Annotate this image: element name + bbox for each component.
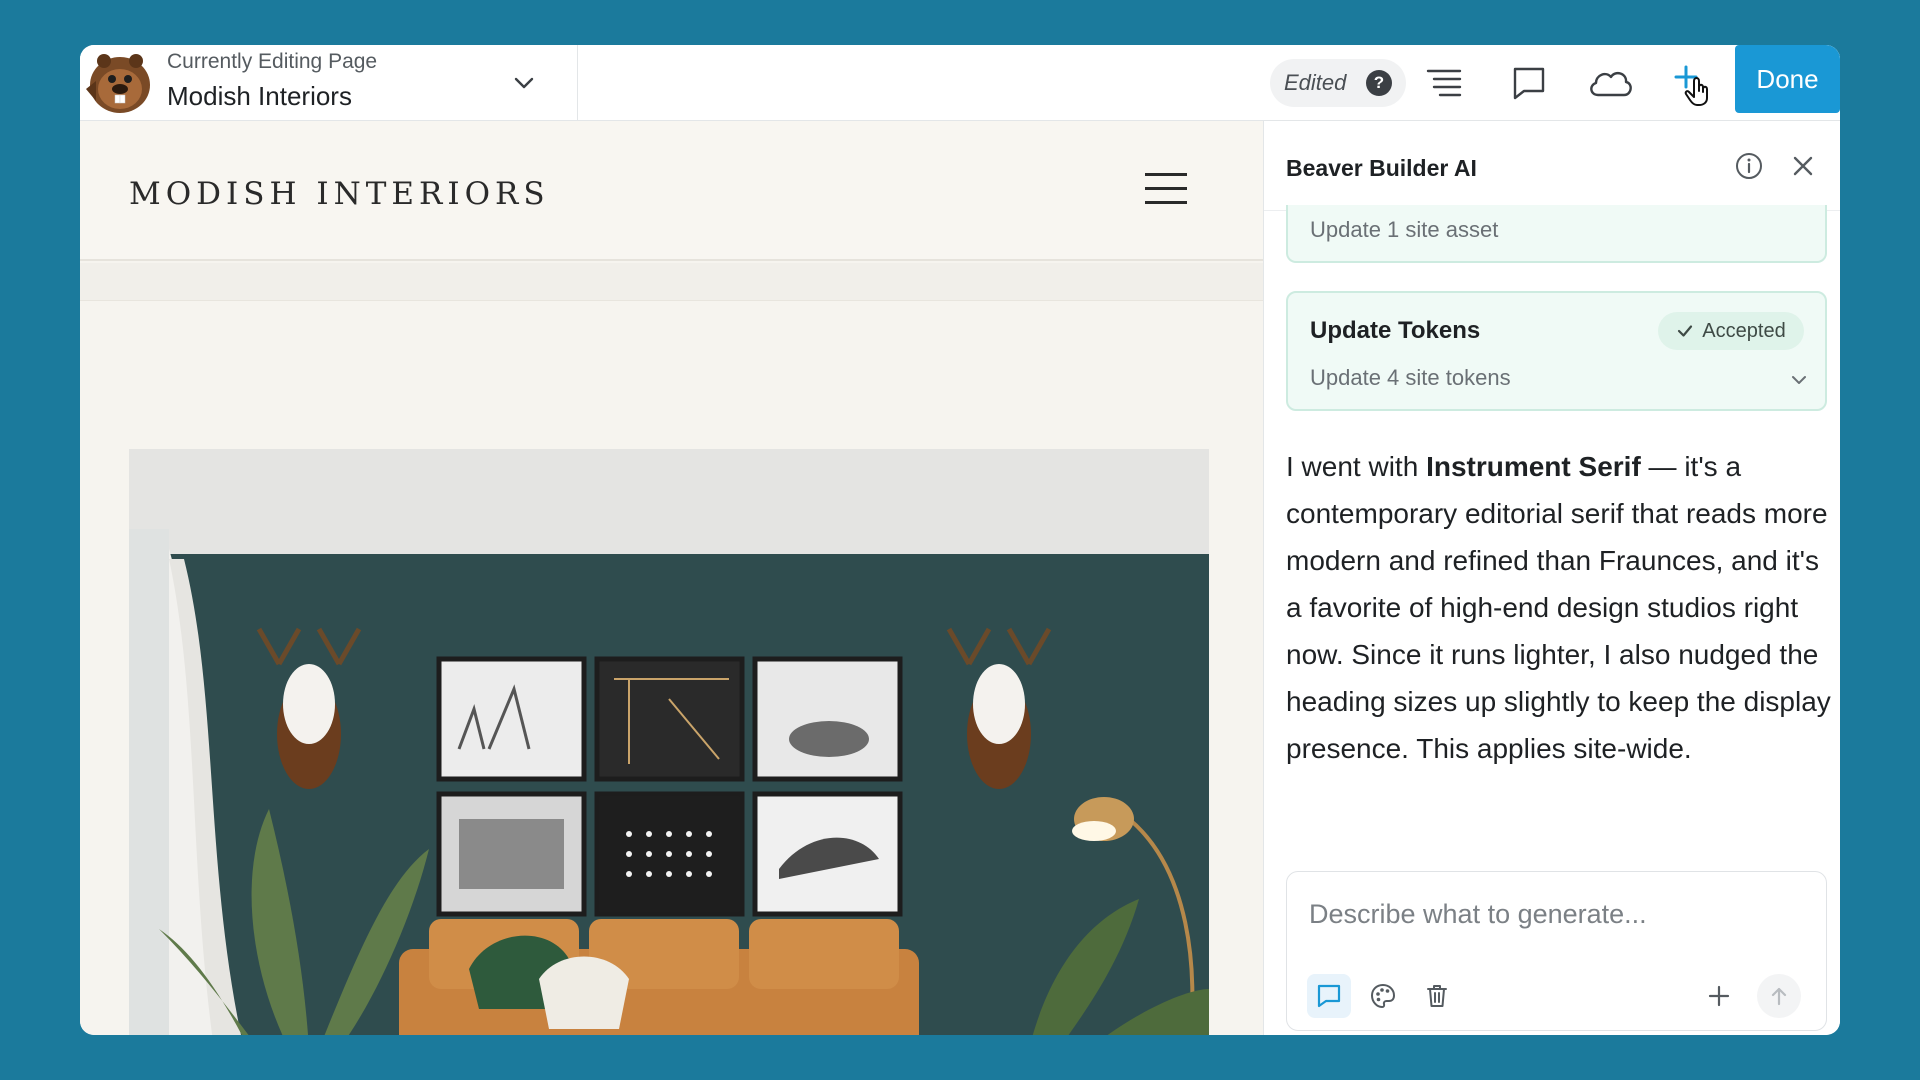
- beaver-logo-icon: [86, 54, 150, 113]
- message-text: — it's a contemporary editorial serif th…: [1286, 451, 1831, 764]
- update-tokens-title: Update Tokens: [1310, 317, 1481, 344]
- site-header: MODISH INTERIORS: [80, 121, 1263, 261]
- editing-caption: Currently Editing Page: [167, 50, 378, 73]
- message-text: I went with: [1286, 451, 1427, 482]
- update-tokens-subtitle: Update 4 site tokens: [1310, 365, 1511, 390]
- hamburger-menu-icon[interactable]: [1145, 173, 1187, 205]
- page-preview[interactable]: MODISH INTERIORS: [80, 121, 1263, 1035]
- comment-icon[interactable]: [1510, 65, 1548, 101]
- style-mode-button[interactable]: [1361, 974, 1405, 1018]
- add-icon[interactable]: [1670, 61, 1716, 107]
- top-bar: Currently Editing Page Modish Interiors …: [80, 45, 1840, 121]
- outline-icon[interactable]: [1425, 65, 1463, 101]
- chat-mode-button[interactable]: [1307, 974, 1351, 1018]
- prompt-input[interactable]: [1309, 892, 1809, 936]
- ai-panel-title: Beaver Builder AI: [1286, 155, 1477, 181]
- done-button[interactable]: Done: [1735, 45, 1840, 113]
- chevron-down-icon[interactable]: [1788, 369, 1810, 391]
- chevron-down-icon[interactable]: [510, 69, 538, 97]
- ai-response-message: I went with Instrument Serif — it's a co…: [1286, 443, 1831, 772]
- accepted-label: Accepted: [1702, 319, 1786, 342]
- ai-assistant-panel: Beaver Builder AI Update 1 site asset Up…: [1263, 121, 1840, 1035]
- site-asset-card: Update 1 site asset: [1286, 205, 1827, 263]
- ai-panel-header: Beaver Builder AI: [1264, 121, 1840, 211]
- attach-button[interactable]: [1697, 974, 1741, 1018]
- help-icon[interactable]: ?: [1366, 70, 1392, 96]
- send-button[interactable]: [1757, 974, 1801, 1018]
- delete-button[interactable]: [1415, 974, 1459, 1018]
- plus-icon: [1708, 985, 1730, 1007]
- message-highlight: Instrument Serif: [1426, 451, 1641, 482]
- palette-icon: [1370, 983, 1396, 1009]
- arrow-up-icon: [1771, 987, 1787, 1006]
- site-asset-text: Update 1 site asset: [1310, 217, 1499, 242]
- check-icon: [1678, 325, 1693, 337]
- hero-band: [80, 263, 1263, 301]
- prompt-composer: [1286, 871, 1827, 1031]
- close-icon[interactable]: [1789, 152, 1817, 180]
- update-tokens-card[interactable]: Update Tokens Accepted Update 4 site tok…: [1286, 291, 1827, 411]
- cloud-icon[interactable]: [1586, 65, 1634, 101]
- site-title[interactable]: MODISH INTERIORS: [129, 176, 550, 212]
- page-switcher[interactable]: Currently Editing Page Modish Interiors: [80, 45, 578, 121]
- trash-icon: [1427, 985, 1447, 1007]
- page-name: Modish Interiors: [167, 81, 352, 111]
- edited-status-label: Edited: [1284, 70, 1347, 95]
- accepted-badge: Accepted: [1658, 312, 1804, 350]
- builder-window: Currently Editing Page Modish Interiors …: [80, 45, 1840, 1035]
- living-room-hero-image[interactable]: [129, 449, 1209, 1035]
- edited-status-pill[interactable]: Edited ?: [1270, 59, 1406, 107]
- hand-cursor-icon: [1684, 77, 1708, 106]
- chat-icon: [1317, 984, 1341, 1008]
- info-icon[interactable]: [1734, 151, 1764, 181]
